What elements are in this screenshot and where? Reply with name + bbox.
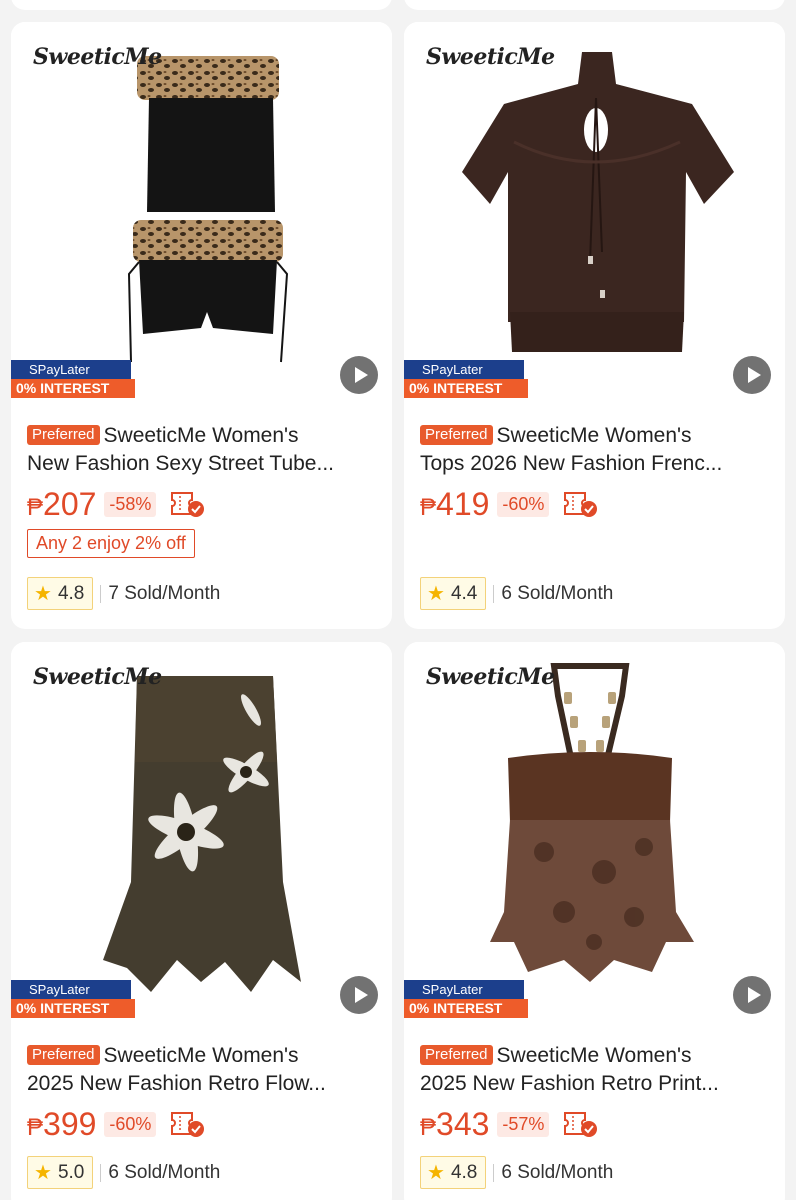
star-icon: ★ [34, 583, 52, 605]
sold-count: 6 Sold/Month [501, 582, 614, 604]
stats-row: ★ 4.8 7 Sold/Month [27, 577, 220, 610]
product-price: ₱399 [27, 1105, 97, 1142]
previous-card-left[interactable] [11, 0, 392, 10]
product-price: ₱419 [420, 485, 490, 522]
rating-badge: ★ 5.0 [27, 1156, 94, 1189]
play-icon[interactable] [340, 976, 378, 1014]
discount-badge: -58% [104, 491, 157, 517]
product-photo-halter-top [490, 663, 694, 982]
product-image[interactable]: SweeticMe SPayLater 0% INTEREST [404, 642, 785, 1023]
discount-badge: -60% [497, 491, 550, 517]
product-image[interactable]: SweeticMe SPayLater 0% INTEREST [11, 22, 392, 403]
preferred-badge: Preferred [420, 425, 493, 445]
play-icon[interactable] [733, 356, 771, 394]
brand-logo: SweeticMe [33, 664, 162, 690]
price-row: ₱207 -58% [27, 484, 206, 524]
product-price: ₱207 [27, 485, 97, 522]
product-photo-brown-top [462, 52, 734, 352]
product-card[interactable]: SweeticMe SPayLater 0% INTEREST Preferre… [11, 22, 392, 629]
product-image[interactable]: SweeticMe SPayLater 0% INTEREST [404, 22, 785, 403]
stats-row: ★ 4.4 6 Sold/Month [420, 577, 613, 610]
sold-count: 6 Sold/Month [108, 1161, 221, 1183]
product-price: ₱343 [420, 1105, 490, 1142]
product-title[interactable]: Preferred SweeticMe Women's 2025 New Fash… [27, 1042, 382, 1098]
brand-logo: SweeticMe [426, 664, 555, 690]
product-photo-floral-skirt [103, 676, 301, 992]
spaylater-badge: SPayLater 0% INTEREST [11, 980, 135, 1018]
rating-badge: ★ 4.8 [420, 1156, 487, 1189]
sold-count: 7 Sold/Month [108, 582, 221, 604]
discount-badge: -60% [104, 1111, 157, 1137]
voucher-check-icon [170, 1110, 206, 1138]
promo-tag: Any 2 enjoy 2% off [27, 529, 195, 558]
product-photo-tube-set [127, 56, 289, 363]
star-icon: ★ [34, 1162, 52, 1184]
sold-count: 6 Sold/Month [501, 1161, 614, 1183]
spaylater-badge: SPayLater 0% INTEREST [404, 980, 528, 1018]
price-row: ₱399 -60% [27, 1104, 206, 1144]
voucher-check-icon [563, 1110, 599, 1138]
spaylater-badge: SPayLater 0% INTEREST [404, 360, 528, 398]
preferred-badge: Preferred [420, 1045, 493, 1065]
product-title[interactable]: Preferred SweeticMe Women's Tops 2026 New… [420, 422, 775, 478]
preferred-badge: Preferred [27, 1045, 100, 1065]
stats-row: ★ 4.8 6 Sold/Month [420, 1156, 613, 1189]
play-icon[interactable] [733, 976, 771, 1014]
voucher-check-icon [170, 490, 206, 518]
product-card[interactable]: SweeticMe SPayLater 0% INTEREST Preferre… [404, 642, 785, 1200]
stats-row: ★ 5.0 6 Sold/Month [27, 1156, 220, 1189]
price-row: ₱343 -57% [420, 1104, 599, 1144]
product-card[interactable]: SweeticMe SPayLater 0% INTEREST Preferre… [11, 642, 392, 1200]
star-icon: ★ [427, 583, 445, 605]
star-icon: ★ [427, 1162, 445, 1184]
product-card[interactable]: SweeticMe SPayLater 0% INTEREST Preferre… [404, 22, 785, 629]
preferred-badge: Preferred [27, 425, 100, 445]
play-icon[interactable] [340, 356, 378, 394]
price-row: ₱419 -60% [420, 484, 599, 524]
product-title[interactable]: Preferred SweeticMe Women's New Fashion S… [27, 422, 382, 478]
voucher-check-icon [563, 490, 599, 518]
product-title[interactable]: Preferred SweeticMe Women's 2025 New Fash… [420, 1042, 775, 1098]
brand-logo: SweeticMe [33, 44, 162, 70]
discount-badge: -57% [497, 1111, 550, 1137]
spaylater-badge: SPayLater 0% INTEREST [11, 360, 135, 398]
previous-card-right[interactable] [404, 0, 785, 10]
product-image[interactable]: SweeticMe SPayLater 0% INTEREST [11, 642, 392, 1023]
brand-logo: SweeticMe [426, 44, 555, 70]
rating-badge: ★ 4.4 [420, 577, 487, 610]
rating-badge: ★ 4.8 [27, 577, 94, 610]
